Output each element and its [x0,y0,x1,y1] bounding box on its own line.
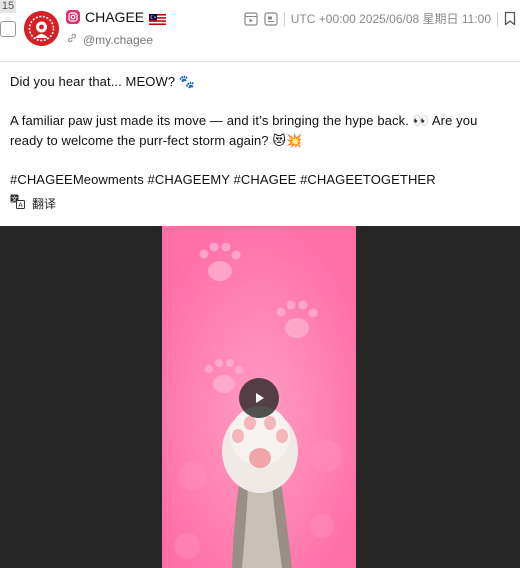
media-icon [264,11,278,26]
avatar[interactable] [24,11,59,46]
post-timestamp: UTC +00:00 2025/06/08 星期日 11:00 [290,12,491,26]
author-name[interactable]: CHAGEE [85,9,144,25]
bookmark-icon[interactable] [504,11,516,26]
translate-icon: 文 A [10,194,25,212]
meta-divider [283,11,285,26]
link-icon [66,31,78,49]
post-line-body: A familiar paw just made its move — and … [10,113,478,148]
post-text: Did you hear that... MEOW? 🐾 A familiar … [10,72,510,189]
play-icon [256,393,264,403]
post-line-intro: Did you hear that... MEOW? 🐾 [10,74,196,89]
select-checkbox[interactable] [0,21,16,37]
svg-text:A: A [18,201,23,209]
post-hashtags[interactable]: #CHAGEEMeowments #CHAGEEMY #CHAGEE #CHAG… [10,170,510,190]
handle-line: @my.chagee [66,31,153,49]
video-type-icon [244,11,258,26]
video-thumbnail [162,226,356,568]
header-divider [0,61,520,62]
author-line: CHAGEE [66,9,167,25]
translate-button[interactable]: 文 A 翻译 [10,194,56,212]
malaysia-flag-icon [149,12,167,25]
translate-label: 翻译 [32,196,57,211]
video-player[interactable] [0,226,520,568]
chagee-logo-icon [24,11,59,46]
instagram-icon [66,10,80,24]
post-meta: UTC +00:00 2025/06/08 星期日 11:00 [244,10,516,27]
author-handle[interactable]: @my.chagee [83,33,153,47]
meta-divider [497,11,498,26]
play-button[interactable] [239,378,279,418]
post-index-badge: 15 [0,0,16,13]
